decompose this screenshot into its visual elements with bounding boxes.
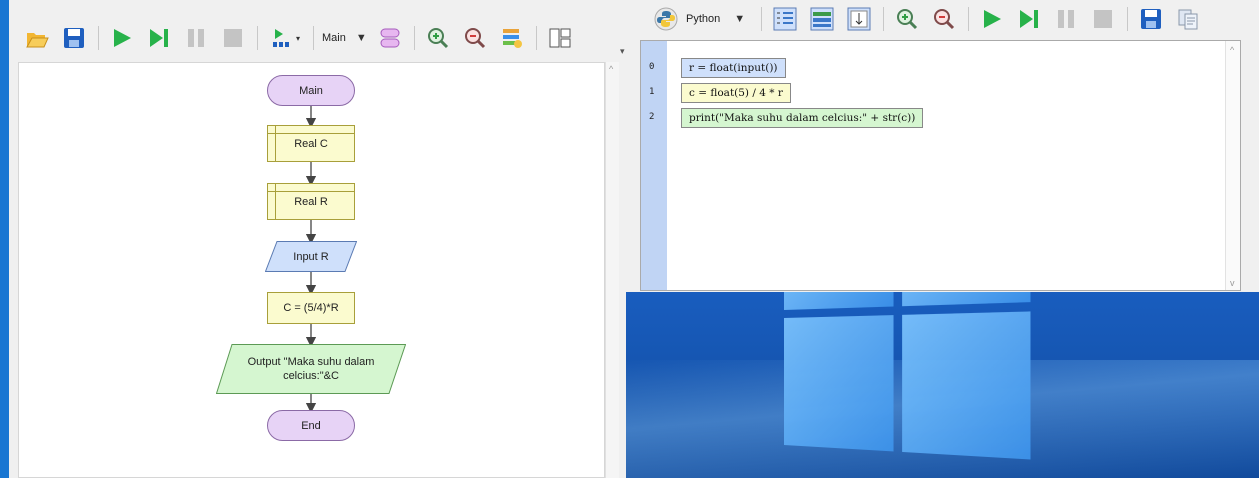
declare-r-label: Real R [294,195,328,208]
speed-icon [272,29,289,47]
code-save-button[interactable] [1136,4,1166,34]
code-line[interactable]: print("Maka suhu dalam celcius:" + str(c… [681,108,924,128]
code-zoom-in-button[interactable] [892,4,922,34]
scroll-up-arrow-icon[interactable]: ^ [1230,45,1234,55]
line-numbers-button[interactable] [770,4,800,34]
scroll-up-arrow-icon[interactable]: ^ [609,64,613,74]
assign-label: C = (5/4)*R [283,302,339,314]
play-icon [114,29,131,47]
zoom-in-button[interactable] [423,23,453,53]
layout-panels-icon [549,28,571,48]
chevron-down-icon: ▼ [734,13,746,25]
speed-dropdown[interactable]: ▾ [266,23,304,53]
add-function-button[interactable] [375,23,405,53]
code-stop-button[interactable] [1088,4,1118,34]
folder-open-icon [26,33,49,48]
zoom-out-icon [464,28,485,49]
function-dropdown-value: Main [322,32,346,44]
panel-divider-handle-icon[interactable]: ▾ [620,46,625,57]
chevron-down-icon: ▾ [295,33,300,43]
stop-button[interactable] [218,23,248,53]
declare-c-label: Real C [294,137,328,150]
stop-icon [224,29,242,47]
output-label-line1: Output "Maka suhu dalam [247,356,375,368]
code-editor[interactable]: 0 1 2 r = float(input()) c = float(5) / … [640,40,1241,291]
code-line[interactable]: r = float(input()) [681,58,786,78]
python-logo-icon [654,7,678,31]
code-line[interactable]: c = float(5) / 4 * r [681,83,791,103]
copy-button[interactable] [1173,4,1203,34]
pause-icon [188,29,204,47]
zoom-out-icon [934,9,955,30]
code-pause-button[interactable] [1051,4,1081,34]
start-label: Main [299,84,323,97]
step-button[interactable] [144,23,174,53]
zoom-in-icon [897,9,918,30]
language-dropdown[interactable]: Python ▼ [654,4,759,34]
step-icon [150,29,168,47]
layout-button[interactable] [545,23,575,53]
input-block[interactable]: Input R [265,241,357,272]
line-number-gutter: 0 1 2 [641,41,667,290]
variables-button[interactable] [497,23,527,53]
flowchart-scrollbar[interactable]: ^ [605,62,619,478]
line-number: 1 [649,87,655,97]
scroll-down-arrow-icon[interactable]: v [1230,278,1235,288]
code-window: Python ▼ 0 1 2 r = float(input()) c = fl… [626,0,1259,292]
flowchart-toolbar: ▾ Main ▼ [22,20,582,56]
flowchart-start-terminal[interactable]: Main [267,75,355,106]
line-numbers-icon [773,7,797,31]
zoom-out-button[interactable] [460,23,490,53]
line-number: 0 [649,62,655,72]
autoscroll-icon [847,7,871,31]
save-icon [1141,9,1162,29]
code-scrollbar[interactable]: ^ v [1225,41,1240,290]
code-toolbar: Python ▼ [654,2,1210,36]
save-button[interactable] [59,23,89,53]
variables-icon [502,29,522,48]
flowchart-window: ▾ Main ▼ Main Real C Real R Input R C = … [0,0,626,478]
code-run-button[interactable] [977,4,1007,34]
pause-button[interactable] [181,23,211,53]
highlight-lines-icon [810,7,834,31]
function-dropdown[interactable]: Main ▼ [322,23,367,53]
autoscroll-button[interactable] [844,4,874,34]
output-label-line2: celcius:"&C [283,370,339,382]
stop-icon [1094,10,1113,28]
line-number: 2 [649,112,655,122]
language-value: Python [686,13,721,25]
zoom-in-icon [427,28,448,49]
assign-block[interactable]: C = (5/4)*R [267,292,355,324]
code-step-button[interactable] [1014,4,1044,34]
code-zoom-out-button[interactable] [929,4,959,34]
input-label: Input R [293,250,329,263]
function-shape-icon [380,28,400,48]
save-icon [64,28,84,48]
run-button[interactable] [107,23,137,53]
declare-r-block[interactable]: Real R [267,183,355,220]
step-icon [1020,10,1039,28]
highlight-button[interactable] [807,4,837,34]
pause-icon [1058,10,1075,28]
play-icon [984,10,1002,28]
window-edge [0,0,9,478]
chevron-down-icon: ▼ [355,32,367,44]
flowchart-canvas[interactable]: Main Real C Real R Input R C = (5/4)*R O… [18,62,605,478]
end-label: End [301,419,321,432]
flowchart-end-terminal[interactable]: End [267,410,355,441]
declare-c-block[interactable]: Real C [267,125,355,162]
copy-icon [1178,9,1198,30]
output-block[interactable]: Output "Maka suhu dalam celcius:"&C [216,344,406,394]
open-button[interactable] [22,23,52,53]
